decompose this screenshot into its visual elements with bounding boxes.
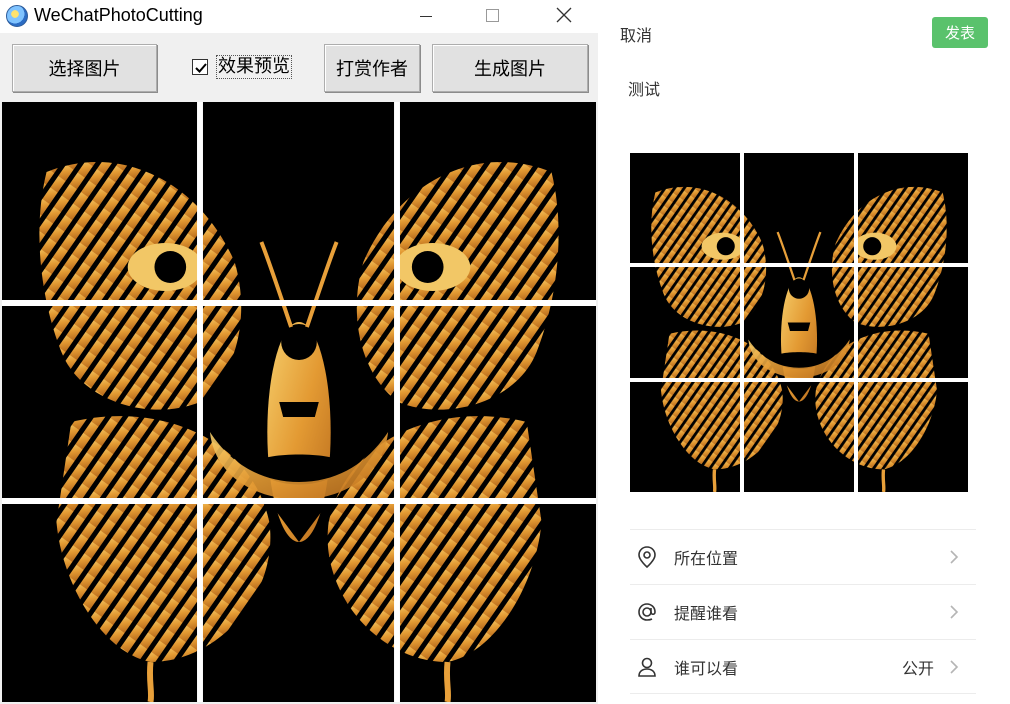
generate-image-button[interactable]: 生成图片 <box>432 44 588 92</box>
moments-composer: 取消 发表 测试 所在位置 提醒谁看 谁可以看 公开 <box>598 0 1010 704</box>
visibility-row[interactable]: 谁可以看 公开 <box>630 639 976 694</box>
visibility-label: 谁可以看 <box>674 658 739 678</box>
location-pin-icon <box>632 542 662 572</box>
title-bar: WeChatPhotoCutting <box>0 0 598 33</box>
cut-line-vertical-2 <box>394 102 400 702</box>
maximize-button[interactable] <box>469 0 515 33</box>
app-title: WeChatPhotoCutting <box>34 5 203 25</box>
cut-line-horizontal-2 <box>2 498 596 504</box>
remind-row[interactable]: 提醒谁看 <box>630 584 976 639</box>
chevron-right-icon <box>950 550 959 564</box>
preview-artwork <box>2 102 596 702</box>
cut-line-vertical-1 <box>197 102 203 702</box>
select-image-button[interactable]: 选择图片 <box>12 44 157 92</box>
cut-line-horizontal-1 <box>2 300 596 306</box>
minimize-button[interactable] <box>403 0 449 33</box>
app-window: WeChatPhotoCutting 选择图片 效果预览 打赏作者 生成图片 <box>0 0 598 704</box>
nine-grid-images <box>630 153 968 492</box>
post-text[interactable]: 测试 <box>628 76 660 100</box>
preview-checkbox-label[interactable]: 效果预览 <box>216 55 292 79</box>
close-icon <box>556 7 572 23</box>
person-icon <box>632 652 662 682</box>
reward-author-button[interactable]: 打赏作者 <box>324 44 420 92</box>
chevron-right-icon <box>950 659 959 674</box>
image-preview-canvas[interactable] <box>2 102 596 702</box>
chevron-right-icon <box>950 605 959 619</box>
preview-checkbox-group[interactable]: 效果预览 <box>192 55 292 79</box>
minimize-icon <box>420 16 432 17</box>
at-sign-icon <box>632 597 662 627</box>
checkmark-icon <box>195 63 207 73</box>
preview-checkbox[interactable] <box>192 59 208 75</box>
close-button[interactable] <box>541 0 587 33</box>
remind-label: 提醒谁看 <box>674 604 739 623</box>
app-logo-icon <box>6 5 28 27</box>
location-row[interactable]: 所在位置 <box>630 529 976 584</box>
visibility-value: 公开 <box>901 658 934 678</box>
cancel-button[interactable]: 取消 <box>620 22 652 46</box>
location-label: 所在位置 <box>674 549 739 568</box>
publish-button[interactable]: 发表 <box>932 17 988 48</box>
maximize-icon <box>486 9 499 22</box>
nine-grid-artwork <box>630 153 968 492</box>
